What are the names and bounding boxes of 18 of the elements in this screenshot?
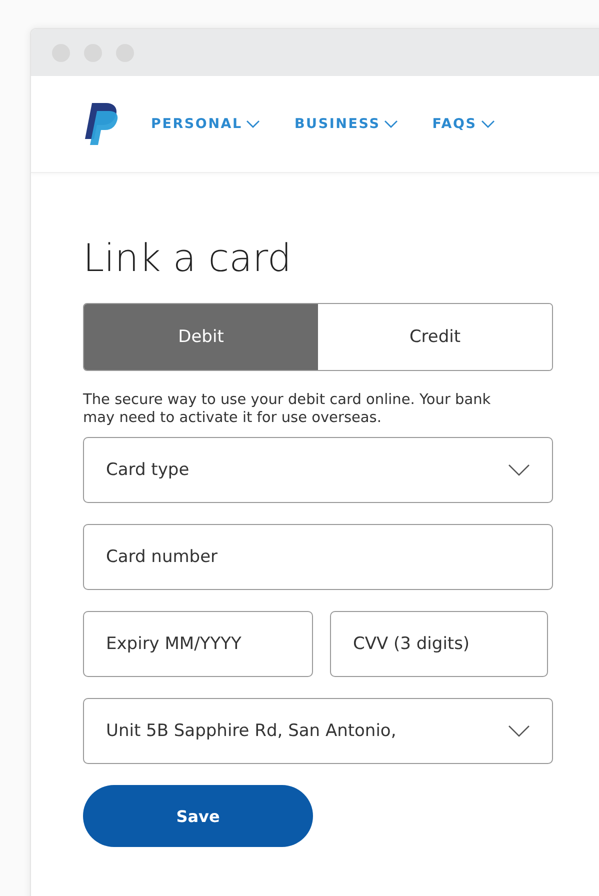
save-button[interactable]: Save <box>83 785 313 847</box>
nav-menu-link[interactable]: FAQS <box>432 116 495 132</box>
chevron-down-icon <box>480 120 495 128</box>
nav-menu-link[interactable]: BUSINESS <box>294 116 398 132</box>
chevron-down-icon <box>384 120 398 128</box>
chevron-down-icon <box>246 120 260 128</box>
card-type-tab[interactable]: Debit <box>84 304 318 370</box>
dropdown-field[interactable]: Card type <box>83 437 553 503</box>
nav-menu-link[interactable]: PERSONAL <box>151 116 260 132</box>
dropdown-field[interactable]: Unit 5B Sapphire Rd, San Antonio, <box>83 698 553 764</box>
description-text: The secure way to use your debit card online. Your bank may need to activate it for use overseas. <box>83 391 492 427</box>
logo-icon[interactable] <box>83 103 119 145</box>
input-field[interactable]: Expiry MM/YYYY <box>83 611 313 677</box>
page-heading: Link a card <box>83 235 293 281</box>
chevron-down-icon <box>508 725 530 737</box>
input-field[interactable]: CVV (3 digits) <box>330 611 548 677</box>
chevron-down-icon <box>508 464 530 476</box>
input-field[interactable]: Card number <box>83 524 553 590</box>
